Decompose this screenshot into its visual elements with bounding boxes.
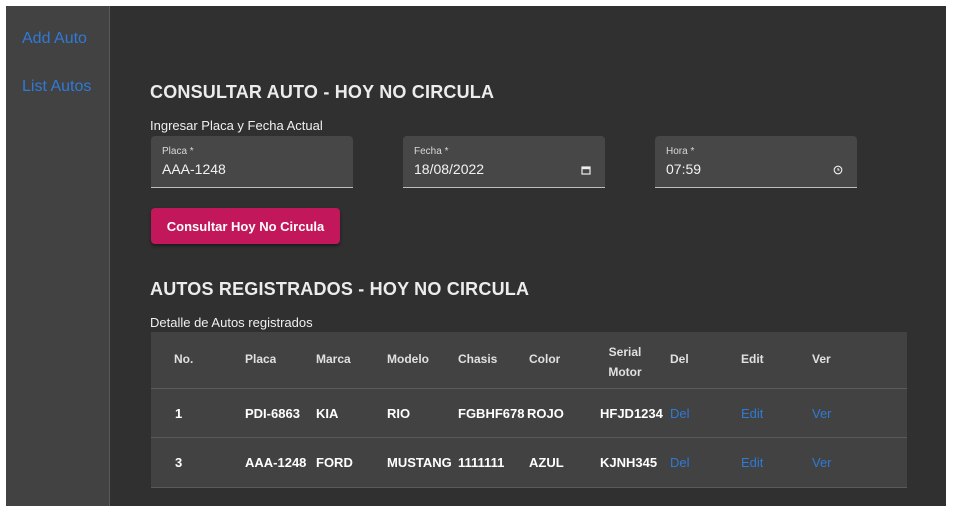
view-link[interactable]: Ver <box>812 455 832 470</box>
col-color: Color <box>529 352 561 366</box>
cell-placa: PDI-6863 <box>245 406 300 421</box>
app-frame: Add Auto List Autos CONSULTAR AUTO - HOY… <box>6 6 946 506</box>
placa-input[interactable]: AAA-1248 <box>162 161 226 177</box>
registrados-title: AUTOS REGISTRADOS - HOY NO CIRCULA <box>150 279 530 299</box>
placa-label: Placa * <box>162 146 194 157</box>
cell-modelo: RIO <box>387 406 411 421</box>
col-no: No. <box>174 352 194 366</box>
fecha-label: Fecha * <box>414 146 449 157</box>
edit-link[interactable]: Edit <box>741 455 763 470</box>
consulta-title: CONSULTAR AUTO - HOY NO CIRCULA <box>150 82 495 102</box>
fecha-field[interactable]: Fecha * 18/08/2022 <box>403 136 605 188</box>
hora-field[interactable]: Hora * 07:59 <box>655 136 857 188</box>
hora-input[interactable]: 07:59 <box>666 161 701 177</box>
table-row: 1 PDI-6863 KIA RIO FGBHF678 ROJO HFJD123… <box>151 389 907 438</box>
cell-marca: KIA <box>316 406 339 421</box>
table-row: 3 AAA-1248 FORD MUSTANG 1111111 AZUL KJN… <box>151 438 907 488</box>
registrados-subtitle: Detalle de Autos registrados <box>150 315 313 330</box>
col-ver: Ver <box>812 352 831 366</box>
cell-placa: AAA-1248 <box>245 455 307 470</box>
fecha-input[interactable]: 18/08/2022 <box>414 161 484 177</box>
col-motor-label: Motor <box>608 365 642 379</box>
sidebar: Add Auto List Autos <box>6 6 110 506</box>
col-serial-motor: Serial Motor <box>603 342 647 382</box>
cell-chasis: FGBHF678 <box>458 406 525 421</box>
hora-label: Hora * <box>666 146 695 157</box>
col-modelo: Modelo <box>387 352 429 366</box>
cell-serial-motor: KJNH345 <box>600 455 658 470</box>
main-content: CONSULTAR AUTO - HOY NO CIRCULA Ingresar… <box>110 6 946 506</box>
col-edit: Edit <box>741 352 764 366</box>
cell-color: ROJO <box>527 406 564 421</box>
placa-field[interactable]: Placa * AAA-1248 <box>151 136 353 188</box>
cell-serial-motor: HFJD1234 <box>600 406 663 421</box>
col-del: Del <box>670 352 689 366</box>
sidebar-link-add-auto[interactable]: Add Auto <box>22 30 87 48</box>
consultar-button[interactable]: Consultar Hoy No Circula <box>151 208 340 244</box>
table-header-row: No. Placa Marca Modelo Chasis Color Seri… <box>151 332 907 389</box>
cell-no: 3 <box>175 455 183 470</box>
col-placa: Placa <box>245 352 277 366</box>
cell-marca: FORD <box>316 455 353 470</box>
sidebar-link-list-autos[interactable]: List Autos <box>22 78 91 96</box>
cell-chasis: 1111111 <box>458 455 505 470</box>
consulta-subtitle: Ingresar Placa y Fecha Actual <box>150 118 323 133</box>
clock-icon[interactable] <box>833 165 843 175</box>
cell-color: AZUL <box>529 455 564 470</box>
edit-link[interactable]: Edit <box>741 406 763 421</box>
delete-link[interactable]: Del <box>670 455 690 470</box>
col-serial-label: Serial <box>608 345 642 359</box>
cell-modelo: MUSTANG <box>387 455 452 470</box>
delete-link[interactable]: Del <box>670 406 690 421</box>
view-link[interactable]: Ver <box>812 406 832 421</box>
col-marca: Marca <box>316 352 351 366</box>
autos-table: No. Placa Marca Modelo Chasis Color Seri… <box>151 332 907 488</box>
cell-no: 1 <box>175 406 183 421</box>
calendar-icon[interactable] <box>581 165 591 175</box>
col-chasis: Chasis <box>458 352 498 366</box>
